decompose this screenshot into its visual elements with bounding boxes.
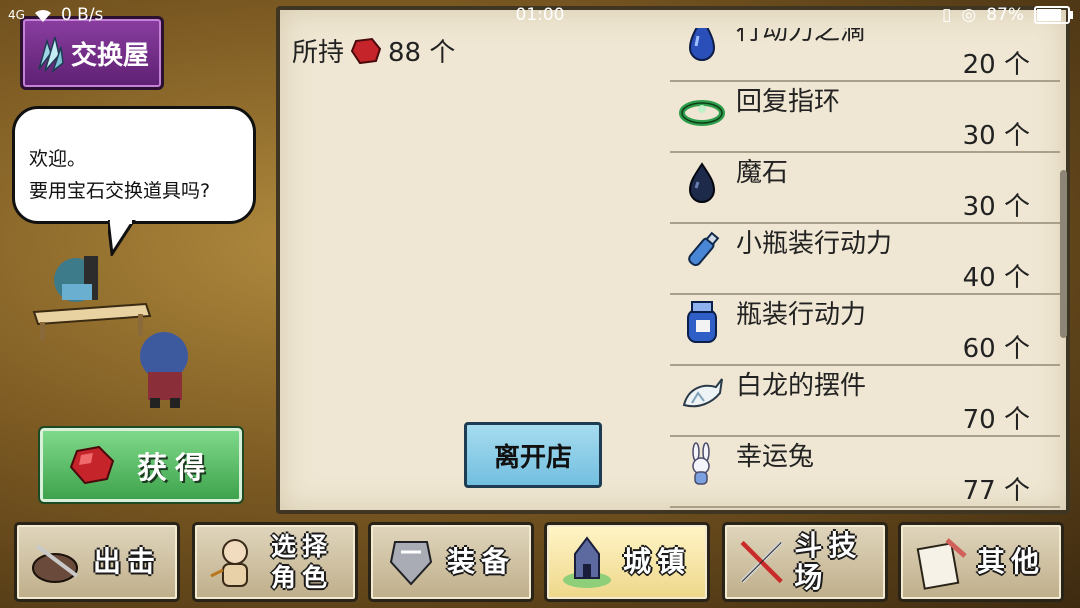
speech-bubble: 欢迎。 要用宝石交换道具吗? — [12, 106, 256, 224]
blue-drop-icon — [688, 28, 716, 61]
nav-equipment[interactable]: 装备 — [368, 522, 534, 602]
other-icon — [916, 538, 967, 590]
list-item[interactable]: 白龙的摆件 70 个 — [670, 365, 1060, 437]
item-cost: 60 个 — [962, 334, 1030, 364]
nav-label: 装备 — [447, 545, 516, 578]
dark-stone-icon — [688, 162, 716, 203]
rotation-lock-icon: ◎ — [961, 5, 977, 25]
item-name: 行动力之滴 — [736, 28, 867, 46]
item-name: 魔石 — [736, 158, 789, 188]
nav-arena[interactable]: 斗技场 — [722, 522, 888, 602]
mute-icon: ▯ — [942, 5, 952, 25]
equipment-icon — [389, 541, 433, 586]
item-list[interactable]: 行动力之滴 20 个 回复指环 30 个 魔石 30 个 小瓶装行动力 40 个… — [670, 28, 1060, 510]
item-name: 白龙的摆件 — [736, 371, 867, 401]
nav-select-character[interactable]: 选择角色 — [192, 522, 358, 602]
owned-gems: 所持 88 个 — [292, 32, 455, 69]
nav-label: 出击 — [93, 545, 162, 578]
nav-sortie[interactable]: 出击 — [14, 522, 180, 602]
item-name: 瓶装行动力 — [736, 300, 867, 330]
list-item[interactable]: 回复指环 30 个 — [670, 81, 1060, 153]
jar-icon — [687, 301, 717, 343]
owned-label: 所持 — [292, 38, 345, 68]
nav-town[interactable]: 城镇 — [544, 522, 710, 602]
bottom-nav: 出击 选择角色 装备 城镇 斗技场 其他 — [14, 522, 1074, 602]
counter-table — [32, 302, 152, 340]
shopkeeper-sprite — [54, 256, 98, 302]
status-bar: 4G 0 B/s 01:00 ▯ ◎ 87% — [0, 0, 1080, 30]
speech-line-1: 欢迎。 — [29, 148, 87, 170]
item-list-scrollbar[interactable] — [1060, 170, 1067, 338]
town-icon — [563, 536, 611, 588]
nav-label: 其他 — [977, 545, 1046, 578]
item-cost: 40 个 — [962, 263, 1030, 293]
leave-shop-button[interactable]: 离开店 — [464, 422, 602, 488]
item-name: 小瓶装行动力 — [736, 229, 893, 259]
battery-percent: 87% — [986, 5, 1024, 25]
nav-label: 斗技场 — [794, 529, 863, 594]
sortie-icon — [32, 544, 79, 583]
character-icon — [210, 539, 248, 587]
list-item[interactable]: 幸运兔 77 个 — [670, 436, 1060, 508]
list-item[interactable]: 瓶装行动力 60 个 — [670, 294, 1060, 366]
acquire-button[interactable]: 获得 — [38, 426, 244, 504]
leave-shop-label: 离开店 — [493, 442, 572, 473]
arena-icon — [740, 540, 783, 584]
battery-icon — [1034, 6, 1073, 24]
item-cost: 70 个 — [962, 405, 1030, 435]
crystal-icon — [38, 36, 64, 73]
owned-count: 88 个 — [388, 38, 456, 68]
location-title: 交换屋 — [70, 40, 149, 71]
item-cost: 30 个 — [962, 192, 1030, 222]
list-item[interactable]: 魔石 30 个 — [670, 152, 1060, 224]
ruby-icon — [350, 37, 382, 64]
shop-scene — [32, 256, 188, 408]
list-item[interactable]: 小瓶装行动力 40 个 — [670, 223, 1060, 295]
nav-other[interactable]: 其他 — [898, 522, 1064, 602]
player-sprite — [140, 332, 188, 408]
list-item[interactable]: 行动力之滴 20 个 — [670, 28, 1060, 82]
clock: 01:00 — [515, 5, 565, 25]
item-cost: 30 个 — [962, 121, 1030, 151]
item-name: 回复指环 — [736, 87, 841, 117]
small-bottle-icon — [688, 231, 720, 267]
nav-label: 城镇 — [623, 545, 692, 578]
speech-line-2: 要用宝石交换道具吗? — [29, 180, 211, 202]
item-name: 幸运兔 — [736, 442, 815, 472]
item-cost: 20 个 — [962, 50, 1030, 80]
acquire-label: 获得 — [137, 451, 213, 486]
item-cost: 77 个 — [962, 476, 1030, 506]
white-dragon-icon — [682, 378, 723, 408]
nav-label: 选择角色 — [271, 532, 334, 592]
exchange-panel: 所持 88 个 离开店 行动力之滴 20 个 回复指环 30 个 魔石 30 个… — [276, 6, 1070, 514]
ruby-icon — [69, 445, 115, 485]
lucky-rabbit-icon — [692, 442, 710, 485]
green-ring-icon — [679, 100, 725, 126]
